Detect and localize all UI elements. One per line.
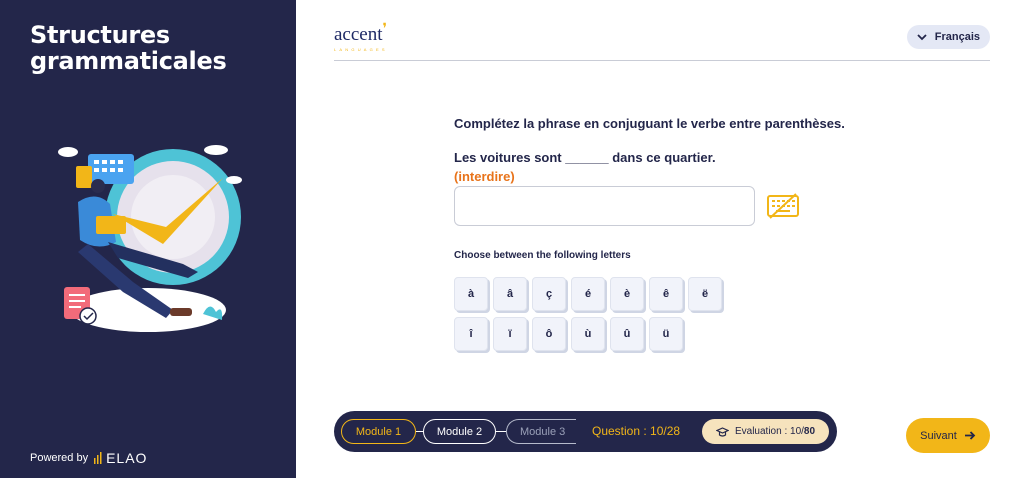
progress-bar: Module 1 Module 2 Module 3 Question : 10… [334, 411, 837, 452]
graduation-cap-icon [715, 426, 729, 437]
powered-by: Powered by ELAO [30, 450, 147, 466]
module-title: Structures grammaticales [30, 21, 227, 75]
language-selector[interactable]: Français [906, 25, 990, 49]
module-1-label: Module 1 [355, 425, 402, 438]
module-3-pill[interactable]: Module 3 [506, 419, 576, 444]
module-1-pill[interactable]: Module 1 [341, 419, 416, 444]
letter-key[interactable]: ê [649, 277, 683, 311]
letter-key[interactable]: é [571, 277, 605, 311]
letter-key[interactable]: û [610, 317, 644, 351]
accent-letters-grid: à â ç é è ê ë î ï ô ù û ü [454, 277, 744, 351]
main-panel: accent❜ LANGUAGES Français Complétez la … [296, 0, 1024, 478]
letters-instruction: Choose between the following letters [454, 250, 631, 261]
language-label: Français [934, 31, 980, 43]
arrow-right-icon [964, 431, 976, 440]
next-button[interactable]: Suivant [906, 418, 990, 453]
letter-key[interactable]: ë [688, 277, 722, 311]
module-2-label: Module 2 [436, 425, 483, 438]
module-3-label: Module 3 [520, 425, 566, 438]
powered-by-label: Powered by [30, 452, 89, 464]
header: accent❜ LANGUAGES Français [334, 20, 990, 61]
next-button-label: Suivant [920, 429, 957, 442]
accent-logo: accent❜ LANGUAGES [334, 22, 388, 52]
question-sentence: Les voitures sont ______ dans ce quartie… [454, 150, 716, 165]
elao-logo: ELAO [94, 450, 147, 466]
evaluation-total: 80 [803, 426, 816, 437]
letter-key[interactable]: ô [532, 317, 566, 351]
letter-key[interactable]: ù [571, 317, 605, 351]
accent-logo-mark: ❜ [382, 22, 388, 37]
module-2-pill[interactable]: Module 2 [423, 419, 496, 444]
elao-bars-icon [94, 452, 102, 464]
letter-key[interactable]: ï [493, 317, 527, 351]
evaluation-label: Evaluation : 10/ [734, 426, 804, 437]
evaluation-score: Evaluation : 10/80 [735, 426, 815, 437]
letter-key[interactable]: ü [649, 317, 683, 351]
answer-input[interactable] [454, 186, 755, 226]
keyboard-toggle-icon[interactable] [766, 192, 800, 220]
module-connector [416, 431, 423, 432]
chevron-down-icon [917, 33, 927, 40]
question-instruction: Complétez la phrase en conjuguant le ver… [454, 116, 845, 131]
evaluation-badge: Evaluation : 10/80 [702, 419, 829, 444]
sidebar: Structures grammaticales Powered by ELAO [0, 0, 296, 478]
accent-logo-sub: LANGUAGES [334, 47, 388, 52]
elao-brand-text: ELAO [106, 450, 148, 466]
module-connector [496, 431, 506, 432]
letter-key[interactable]: à [454, 277, 488, 311]
illustration [58, 145, 242, 332]
verb-hint: (interdire) [454, 169, 515, 184]
letter-key[interactable]: è [610, 277, 644, 311]
accent-logo-text: accent [334, 24, 383, 45]
letter-key[interactable]: ç [532, 277, 566, 311]
letter-key[interactable]: â [493, 277, 527, 311]
question-counter: Question : 10/28 [592, 424, 681, 438]
letter-key[interactable]: î [454, 317, 488, 351]
